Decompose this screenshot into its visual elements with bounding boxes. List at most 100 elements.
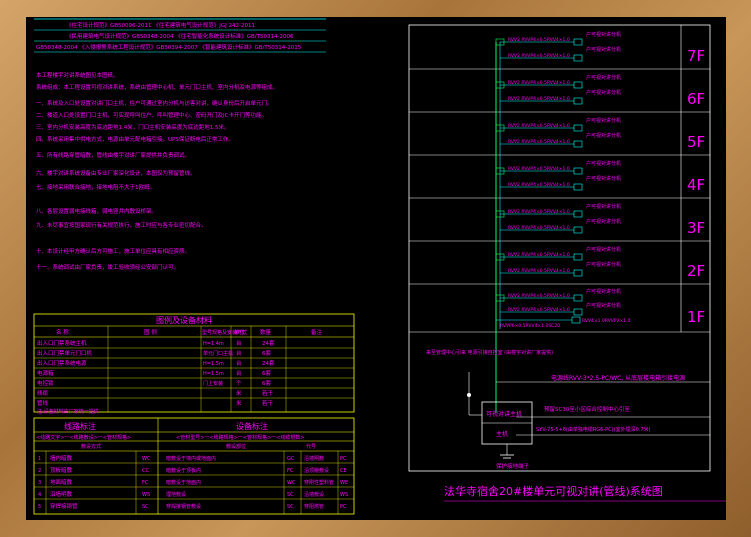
svg-text:户可视对讲分机: 户可视对讲分机 [586, 203, 621, 210]
annotation-table: 线路标注 <线路文字>一<线路敷设>一<管材规格> 设备标注 <管材型号>一<线… [33, 417, 355, 515]
line-r2-code: FC [142, 480, 149, 486]
floor-branch-6f: RVV2 RVVP4×0.5RVV4×1.0 RVV2 RVVP4×0.5RVV… [495, 74, 621, 105]
intercom-sub-label: 主机 [496, 430, 508, 438]
legend-r4-unit: 个 [236, 380, 242, 387]
legend-r0-unit: 台 [236, 339, 242, 347]
dev-r2-c: 穿刚性塑料管 [304, 479, 334, 486]
device-table-sub: <管材型号>一<线路规格>一<管材规格>一<线缆根数> [176, 434, 305, 441]
dev-r1-d: CE [340, 468, 347, 474]
notes-block: 《住宅设计规范》GB50096-2011 《住宅建筑电气设计规范》JGJ 242… [34, 18, 326, 53]
floor-5f: 5F [687, 133, 705, 151]
device-table-title: 设备标注 [236, 421, 268, 431]
line-r1-code: CC [142, 468, 149, 474]
legend-title: 图例及设备材料 [156, 315, 212, 325]
legend-h1: 图 例 [144, 328, 157, 336]
legend-h0: 名 称 [56, 328, 69, 336]
legend-footer: 注:设备材料由厂家统一提供 [37, 408, 99, 415]
dev-r2-a: 暗敷设于地面内 [166, 479, 201, 486]
line-table-sub: <线路文字>一<线路敷设>一<管材规格> [36, 434, 131, 441]
floor-2f: 2F [687, 262, 705, 280]
note-p6: 五、所有线路穿管暗敷，管线由楼宇对讲厂家提供并负责调试。 [36, 151, 190, 159]
svg-text:RVV2 RVVP4×0.5RVV4×1.0: RVV2 RVVP4×0.5RVV4×1.0 [508, 53, 570, 59]
floor-branch-3f: RVV2 RVVP4×0.5RVV4×1.0 RVV2 RVVP4×0.5RVV… [495, 203, 621, 234]
svg-text:RVV2 RVVP4×0.5RVV4×1.0: RVV2 RVVP4×0.5RVV4×1.0 [508, 96, 570, 102]
note-p9: 八、各层设置弱电接线箱，弱电竖井内敷设桥架。 [36, 207, 157, 215]
cable-note: SYV-75-5+6(由单独电缆RG6-PC)(室外埋深0.7米) [536, 426, 651, 433]
legend-r2-qty: 24套 [262, 359, 275, 367]
floor-6f: 6F [687, 90, 705, 108]
standards-line-2: 《民用建筑电气设计规范》GB50348-2004 《住宅智能化系统设计标准》GB… [66, 32, 294, 40]
svg-text:RVV2 RVVP4×0.5RVV4×1.0: RVV2 RVVP4×0.5RVV4×1.0 [508, 182, 570, 188]
cad-drawing-canvas[interactable]: 《住宅设计规范》GB50096-2011 《住宅建筑电气设计规范》JGJ 242… [26, 17, 726, 520]
note-p5: 四、系统采用集中供电方式，电源由单元配电箱引接，UPS保证断电后正常工作。 [36, 135, 234, 143]
legend-r3-name: 电源箱 [37, 369, 54, 377]
line-r4-code: SC [142, 504, 149, 510]
floor-branch-1f: RVV2 RVVP4×0.5RVV4×1.0 RVV2 RVVP4×0.5RVV… [495, 288, 631, 329]
legend-r5-name: 线缆 [37, 389, 49, 397]
svg-text:1: 1 [38, 456, 41, 462]
svg-text:户可视对讲分机: 户可视对讲分机 [586, 218, 621, 225]
legend-r4-qty: 6套 [262, 379, 271, 387]
dev-r1-c: 沿顶棚敷设 [304, 467, 329, 474]
mgmt-note: 来至管理中心引来 电源引接自控室 (由楼宇对讲厂家提供) [426, 349, 553, 356]
svg-text:户可视对讲分机: 户可视对讲分机 [586, 261, 621, 268]
legend-r4-name: 电控锁 [37, 379, 54, 387]
dev-r1-a: 暗敷设于顶板内 [166, 467, 201, 474]
dev-r1-b: FC [287, 468, 294, 474]
floor-branch-2f: RVV2 RVVP4×0.5RVV4×1.0 RVV2 RVVP4×0.5RVV… [495, 246, 621, 277]
legend-r2-name: 出入口门禁系统电源 [37, 359, 87, 367]
dev-r3-b: SC [287, 492, 294, 498]
dev-r0-b: GC [287, 456, 295, 462]
line-r4-name: 穿焊接钢管 [50, 502, 78, 510]
svg-text:户可视对讲分机: 户可视对讲分机 [586, 74, 621, 81]
standards-line-1: 《住宅设计规范》GB50096-2011 《住宅建筑电气设计规范》JGJ 242… [66, 21, 255, 29]
legend-r3-spec: H=1.5m [203, 371, 224, 377]
floor-1f: 1F [687, 308, 705, 326]
power-note: 电源线RVV-3*2.5-PC/WC, 从底层楼电箱引接电源 [551, 374, 685, 382]
dev-r4-b: SC [287, 504, 294, 510]
svg-text:户可视对讲分机: 户可视对讲分机 [586, 132, 621, 139]
svg-text:RVV2 RVVP4×0.5RVV4×1.0: RVV2 RVVP4×0.5RVV4×1.0 [508, 80, 570, 86]
svg-text:RVV2 RVVP4×0.5RVV4×1.0: RVV2 RVVP4×0.5RVV4×1.0 [508, 209, 570, 215]
dev-r2-b: WC [287, 480, 296, 486]
device-col-h2: 代号 [306, 443, 316, 450]
drawing-title: 法华寺宿舍20#楼单元可视对讲(管线)系统图 [444, 484, 663, 498]
svg-text:户可视对讲分机: 户可视对讲分机 [586, 31, 621, 38]
line-r1-name: 顶板暗敷 [50, 466, 73, 474]
svg-text:4: 4 [38, 492, 41, 498]
legend-h3: 单位 [234, 328, 246, 336]
line-r0-code: WC [142, 456, 151, 462]
legend-r3-unit: 台 [236, 369, 242, 377]
svg-text:户可视对讲分机: 户可视对讲分机 [586, 246, 621, 253]
svg-text:户可视对讲分机: 户可视对讲分机 [586, 175, 621, 182]
dev-r0-a: 暗敷设于墙内或地面内 [166, 455, 216, 462]
legend-r3-qty: 6套 [262, 369, 271, 377]
dev-r3-a: 埋地敷设 [166, 491, 186, 498]
legend-r1-name: 出入口门禁单元门口机 [37, 349, 93, 357]
dev-r0-d: PC [340, 456, 347, 462]
svg-text:户可视对讲分机: 户可视对讲分机 [586, 89, 621, 96]
dev-r4-a: 穿焊接钢管敷设 [166, 503, 201, 510]
svg-text:RVV2 RVVP4×0.5RVV4×1.0: RVV2 RVVP4×0.5RVV4×1.0 [508, 268, 570, 274]
legend-h4: 数量 [260, 328, 272, 336]
line-r2-name: 地面暗敷 [50, 478, 73, 486]
svg-text:RVV2 RVVP4×0.5RVV4×1.0: RVV2 RVVP4×0.5RVV4×1.0 [508, 252, 570, 258]
line-r0-name: 墙内暗敷 [50, 454, 73, 462]
dev-r4-d: PC [340, 504, 347, 510]
legend-r6-qty: 若干 [262, 399, 274, 407]
legend-h5: 备注 [311, 328, 323, 336]
svg-text:RVV2 RVVP4×0.5RVV4×1.0: RVV2 RVVP4×0.5RVV4×1.0 [508, 293, 570, 299]
svg-text:RVV4×1.0RVVP2×1.0: RVV4×1.0RVVP2×1.0 [582, 318, 631, 324]
svg-text:户可视对讲分机: 户可视对讲分机 [586, 117, 621, 124]
legend-r0-name: 出入口门禁系统主机 [37, 339, 87, 347]
system-diagram: 7F 6F 5F 4F 3F 2F 1F RVV2 RVVP4×0.5RVV4×… [408, 24, 726, 502]
note-p1: 系统组成：本工程设置可视对讲系统，系统由管理中心机、单元门口主机、室内分机及电源… [36, 83, 278, 91]
intercom-host-label: 可视对讲主机 [486, 410, 522, 418]
dev-r3-d: WS [340, 492, 348, 498]
cad-drawing: 《住宅设计规范》GB50096-2011 《住宅建筑电气设计规范》JGJ 242… [33, 18, 726, 515]
line-col-h0: 敷设方式 [81, 443, 101, 450]
svg-text:户可视对讲分机: 户可视对讲分机 [586, 160, 621, 167]
floor-branch-4f: RVV2 RVVP4×0.5RVV4×1.0 RVV2 RVVP4×0.5RVV… [495, 160, 621, 191]
legend-r6-unit: 米 [236, 399, 242, 407]
legend-r2-spec: H=1.5m [203, 361, 224, 367]
